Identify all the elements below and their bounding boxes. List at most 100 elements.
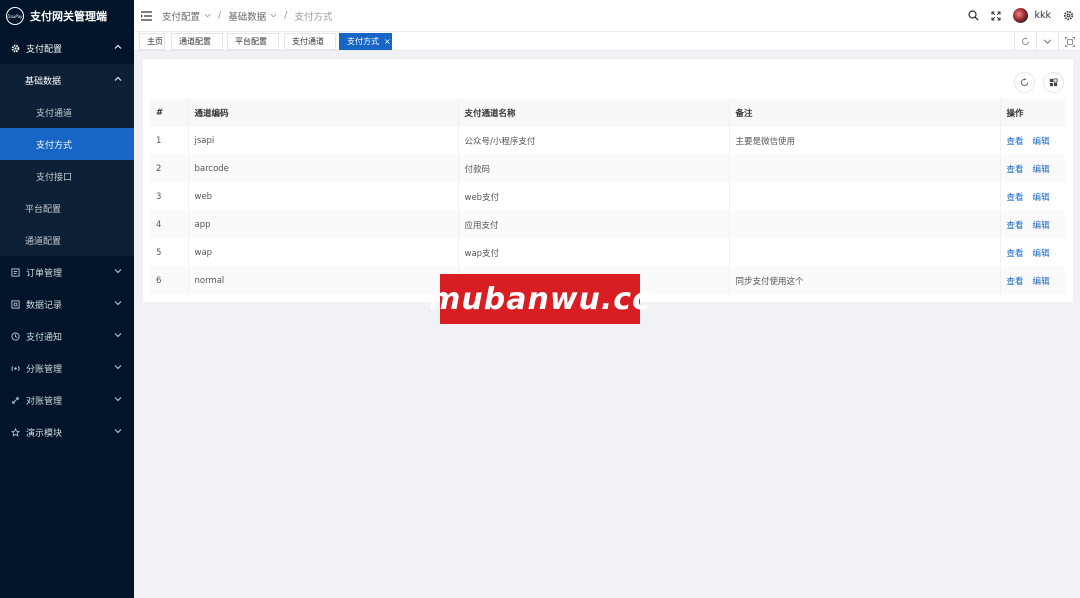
cell-remark — [729, 211, 1001, 239]
sidebar-item-split[interactable]: 分账管理 — [0, 352, 134, 384]
edit-link[interactable]: 编辑 — [1033, 193, 1050, 203]
sidebar-item-label: 支付配置 — [26, 44, 63, 55]
tab-dropdown-button[interactable] — [1036, 32, 1058, 51]
breadcrumb-current: 支付方式 — [294, 11, 333, 23]
table-row: 4 app 应用支付 查看 编辑 — [150, 211, 1065, 239]
tab-label: 平台配置 — [235, 37, 267, 46]
chevron-down-icon — [114, 333, 122, 338]
cell-index: 1 — [150, 127, 189, 155]
tab-platform-config[interactable]: 平台配置 — [227, 33, 279, 50]
cell-remark — [729, 183, 1001, 211]
column-header: # — [150, 99, 189, 127]
sidebar: DaxPay 支付网关管理端 支付配置 基础数据 支付通道 支付方式 支付接口 … — [0, 0, 134, 598]
username[interactable]: kkk — [1034, 10, 1051, 21]
tab-close-icon[interactable]: × — [384, 37, 391, 46]
sidebar-item-label: 数据记录 — [26, 300, 63, 311]
cell-code: jsapi — [188, 127, 459, 155]
breadcrumb: 支付配置 / 基础数据 / 支付方式 — [162, 9, 332, 23]
settings-icon[interactable] — [1063, 10, 1074, 21]
reconcile-icon — [10, 395, 20, 405]
cell-code: app — [188, 211, 459, 239]
tab-home[interactable]: 主页 — [139, 33, 165, 50]
menu-fold-icon[interactable] — [141, 10, 152, 21]
order-icon — [10, 267, 20, 277]
chevron-down-icon[interactable] — [270, 12, 277, 19]
cell-index: 6 — [150, 267, 189, 295]
chevron-down-icon — [114, 269, 122, 274]
table-row: 1 jsapi 公众号/小程序支付 主要是微信使用 查看 编辑 — [150, 127, 1065, 155]
header-actions: kkk — [968, 0, 1074, 31]
sidebar-item-demo[interactable]: 演示模块 — [0, 416, 134, 448]
cell-actions: 查看 编辑 — [1000, 127, 1065, 155]
cell-name: 公众号/小程序支付 — [458, 127, 730, 155]
sidebar-item-pay-interface[interactable]: 支付接口 — [0, 160, 134, 192]
view-link[interactable]: 查看 — [1007, 137, 1024, 147]
sidebar-item-label: 支付通道 — [36, 108, 73, 119]
sidebar-item-channel-config[interactable]: 通道配置 — [0, 224, 134, 256]
sidebar-item-orders[interactable]: 订单管理 — [0, 256, 134, 288]
chevron-up-icon — [114, 44, 122, 49]
column-settings-button[interactable] — [1043, 72, 1064, 93]
logo[interactable]: DaxPay 支付网关管理端 — [0, 0, 134, 32]
chevron-down-icon — [114, 397, 122, 402]
sidebar-item-label: 演示模块 — [26, 428, 63, 439]
logo-icon: DaxPay — [6, 7, 24, 25]
edit-link[interactable]: 编辑 — [1033, 277, 1050, 287]
tab-pay-method[interactable]: 支付方式 × — [339, 33, 392, 50]
cell-actions: 查看 编辑 — [1000, 155, 1065, 183]
avatar[interactable] — [1013, 8, 1029, 23]
sidebar-item-platform-config[interactable]: 平台配置 — [0, 192, 134, 224]
cell-code: barcode — [188, 155, 459, 183]
record-icon — [10, 299, 20, 309]
sidebar-item-reconcile[interactable]: 对账管理 — [0, 384, 134, 416]
view-link[interactable]: 查看 — [1007, 193, 1024, 203]
cell-index: 4 — [150, 211, 189, 239]
tab-pay-channel[interactable]: 支付通道 — [284, 33, 336, 50]
refresh-icon — [1021, 37, 1030, 46]
edit-link[interactable]: 编辑 — [1033, 221, 1050, 231]
column-header: 支付通道名称 — [458, 99, 730, 127]
cell-name: wap支付 — [458, 239, 730, 267]
sidebar-item-records[interactable]: 数据记录 — [0, 288, 134, 320]
sidebar-item-notify[interactable]: 支付通知 — [0, 320, 134, 352]
chevron-down-icon — [114, 365, 122, 370]
view-link[interactable]: 查看 — [1007, 249, 1024, 259]
sidebar-item-label: 支付接口 — [36, 172, 73, 183]
fullscreen-icon[interactable] — [991, 11, 1001, 21]
view-link[interactable]: 查看 — [1007, 277, 1024, 287]
edit-link[interactable]: 编辑 — [1033, 137, 1050, 147]
grid-icon — [1049, 78, 1058, 87]
tab-label: 通道配置 — [179, 37, 211, 46]
sidebar-item-pay-channel[interactable]: 支付通道 — [0, 96, 134, 128]
reload-button[interactable] — [1014, 72, 1035, 93]
search-icon[interactable] — [968, 10, 980, 21]
breadcrumb-item[interactable]: 支付配置 — [162, 9, 200, 23]
breadcrumb-item[interactable]: 基础数据 — [228, 9, 266, 23]
view-link[interactable]: 查看 — [1007, 165, 1024, 175]
cell-remark — [729, 155, 1001, 183]
edit-link[interactable]: 编辑 — [1033, 165, 1050, 175]
refresh-icon — [1020, 78, 1029, 87]
sidebar-item-label: 支付通知 — [26, 332, 63, 343]
sidebar-item-label: 对账管理 — [26, 396, 63, 407]
tab-maximize-button[interactable] — [1058, 32, 1080, 51]
chevron-down-icon[interactable] — [204, 12, 211, 19]
sidebar-item-pay-config[interactable]: 支付配置 — [0, 32, 134, 64]
top-header: 支付配置 / 基础数据 / 支付方式 kkk — [134, 0, 1080, 31]
edit-link[interactable]: 编辑 — [1033, 249, 1050, 259]
view-link[interactable]: 查看 — [1007, 221, 1024, 231]
tab-refresh-button[interactable] — [1014, 32, 1036, 51]
cell-index: 5 — [150, 239, 189, 267]
cell-name: 应用支付 — [458, 211, 730, 239]
tab-label: 支付通道 — [292, 37, 324, 46]
sidebar-item-label: 分账管理 — [26, 364, 63, 375]
cell-index: 3 — [150, 183, 189, 211]
sidebar-item-base-data[interactable]: 基础数据 — [0, 64, 134, 96]
cell-actions: 查看 编辑 — [1000, 267, 1065, 295]
tab-channel-config[interactable]: 通道配置 — [171, 33, 223, 50]
sidebar-item-pay-method[interactable]: 支付方式 — [0, 128, 134, 160]
clock-icon — [10, 331, 20, 341]
breadcrumb-separator: / — [284, 10, 288, 21]
column-header: 备注 — [729, 99, 1001, 127]
demo-icon — [10, 427, 20, 437]
